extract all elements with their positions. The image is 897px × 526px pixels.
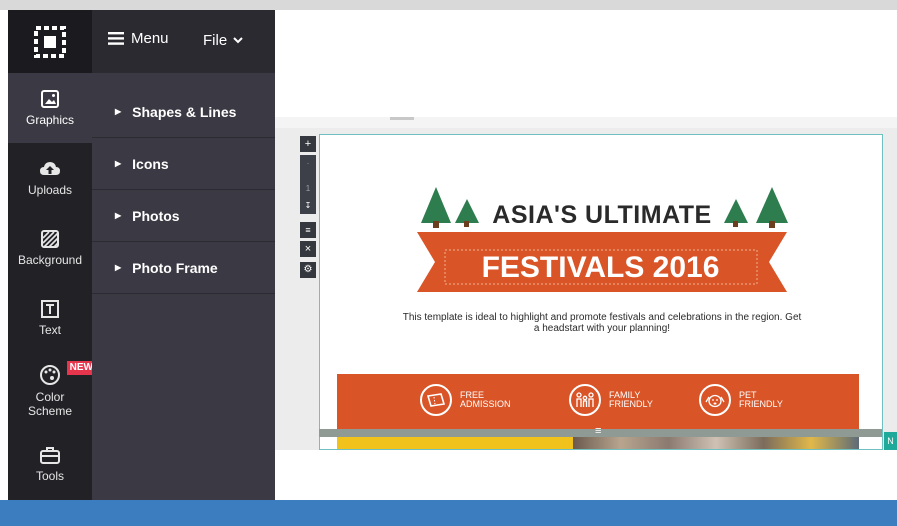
toolbox-icon xyxy=(40,447,60,464)
photo-strip[interactable] xyxy=(337,435,859,449)
lines-icon: ≡ xyxy=(305,225,311,235)
heading-top[interactable]: ASIA'S ULTIMATE xyxy=(320,201,882,230)
category-icons[interactable]: ▶ Icons xyxy=(92,138,275,190)
feature-line2: FRIENDLY xyxy=(739,399,783,409)
rail-item-tools[interactable]: Tools xyxy=(8,429,92,499)
category-photo-frame[interactable]: ▶ Photo Frame xyxy=(92,242,275,294)
category-photos[interactable]: ▶ Photos xyxy=(92,190,275,242)
cloud-upload-icon xyxy=(40,162,60,175)
side-tab[interactable]: N xyxy=(884,432,897,450)
rail-item-label: Uploads xyxy=(27,183,73,197)
logo[interactable] xyxy=(8,10,92,73)
ruler-thumb[interactable] xyxy=(390,117,414,120)
rail-item-color-scheme[interactable]: NEW Color Scheme xyxy=(8,353,96,429)
feature-family-friendly[interactable]: FAMILY FRIENDLY xyxy=(569,383,653,417)
description-text[interactable]: This template is ideal to highlight and … xyxy=(400,312,804,334)
design-canvas[interactable]: ASIA'S ULTIMATE FESTIVALS 2016 This temp… xyxy=(319,134,883,450)
photo-collage xyxy=(573,435,859,449)
gear-icon: ⚙ xyxy=(303,264,313,275)
canvas-resize-handle[interactable]: ≡ xyxy=(319,425,882,437)
caret-right-icon: ▶ xyxy=(115,107,122,116)
yellow-panel xyxy=(337,435,573,449)
rail-item-label: Color Scheme xyxy=(27,390,73,418)
text-box-icon xyxy=(41,300,59,318)
rail-item-label: Text xyxy=(38,323,61,337)
delete-page-button[interactable]: × xyxy=(300,241,316,257)
category-label: Photos xyxy=(132,207,180,224)
rail-item-graphics[interactable]: Graphics xyxy=(8,73,92,143)
chevron-down-icon xyxy=(233,37,243,44)
rail-item-label: Tools xyxy=(35,469,64,483)
feature-line2: ADMISSION xyxy=(460,399,511,409)
category-label: Icons xyxy=(132,155,169,172)
top-strip xyxy=(0,0,897,10)
hatch-pattern-icon xyxy=(41,230,59,248)
bottom-bar xyxy=(0,500,897,526)
family-icon xyxy=(569,384,601,416)
feature-pet-friendly[interactable]: PET FRIENDLY xyxy=(699,383,783,417)
page-number: 1 xyxy=(305,184,311,193)
file-menu-button[interactable]: File xyxy=(203,32,243,49)
menu-label: Menu xyxy=(131,30,169,47)
grip-icon: ≡ xyxy=(595,425,602,437)
dog-icon xyxy=(699,384,731,416)
file-label: File xyxy=(203,32,228,49)
caret-right-icon: ▶ xyxy=(115,159,122,168)
feature-free-admission[interactable]: FREE ADMISSION xyxy=(420,383,511,417)
image-icon xyxy=(41,90,59,108)
category-shapes-lines[interactable]: ▶ Shapes & Lines xyxy=(92,86,275,138)
rail-item-label: Background xyxy=(17,253,83,267)
hamburger-icon xyxy=(108,32,124,45)
add-page-button[interactable]: + xyxy=(300,136,316,152)
plus-icon: + xyxy=(304,138,312,150)
category-label: Shapes & Lines xyxy=(132,103,237,120)
align-button[interactable]: ≡ xyxy=(300,222,316,238)
horizontal-ruler xyxy=(275,117,897,128)
settings-button[interactable]: ⚙ xyxy=(300,262,316,278)
feature-line2: FRIENDLY xyxy=(609,399,653,409)
rail-item-label: Graphics xyxy=(25,113,75,127)
caret-right-icon: ▶ xyxy=(115,211,122,220)
close-icon: × xyxy=(304,243,312,255)
rail-item-text[interactable]: Text xyxy=(8,283,92,353)
selection-logo-icon xyxy=(34,25,66,58)
palette-icon xyxy=(40,365,60,385)
heading-main[interactable]: FESTIVALS 2016 xyxy=(444,251,757,285)
collapse-icon: ↧ xyxy=(304,201,312,210)
design-editor: Graphics Uploads Background Text NEW Col… xyxy=(0,0,897,526)
page-strip[interactable]: · 1 ↧ xyxy=(300,155,316,214)
caret-right-icon: ▶ xyxy=(115,263,122,272)
menu-button[interactable]: Menu xyxy=(108,30,169,47)
page-dot-icon: · xyxy=(306,159,310,168)
rail-item-background[interactable]: Background xyxy=(8,213,92,283)
ticket-icon xyxy=(420,384,452,416)
rail-item-uploads[interactable]: Uploads xyxy=(8,143,92,213)
category-label: Photo Frame xyxy=(132,259,218,276)
top-menu-bar: Menu File xyxy=(92,10,275,73)
